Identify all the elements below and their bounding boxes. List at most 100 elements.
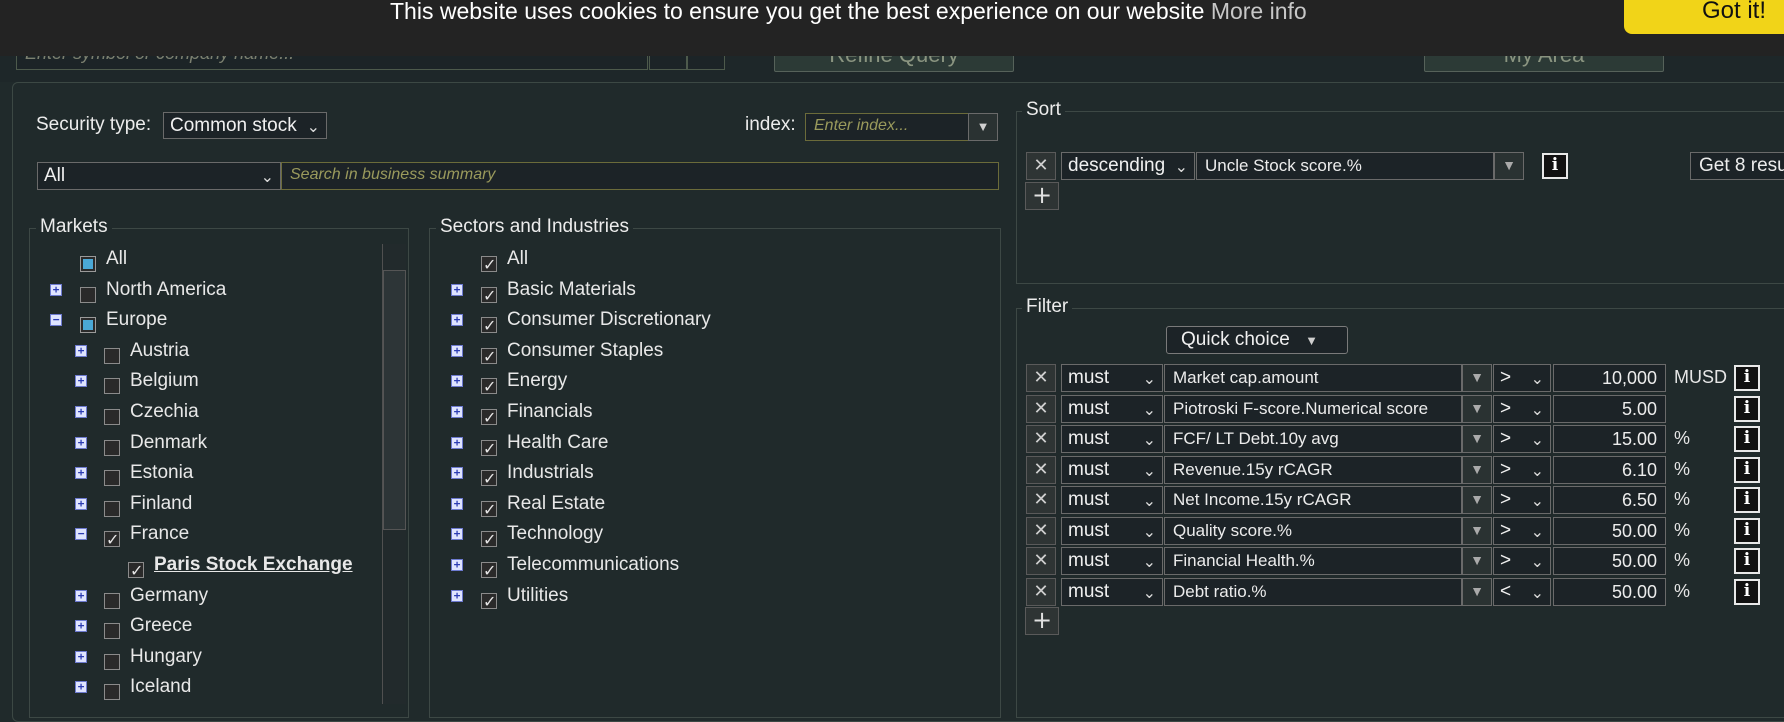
sector-item[interactable]: + Financials (0, 399, 593, 431)
filter-field[interactable]: Net Income.15y rCAGR (1164, 486, 1462, 514)
scope-select[interactable]: All ⌄ (37, 162, 281, 190)
operator-select[interactable]: > ⌄ (1493, 364, 1551, 392)
filter-field-dropdown-button[interactable]: ▼ (1462, 455, 1492, 484)
remove-filter-button[interactable]: ✕ (1026, 516, 1056, 545)
filter-field-dropdown-button[interactable]: ▼ (1462, 516, 1492, 545)
markets-scrollbar[interactable] (382, 244, 406, 704)
quick-choice-button[interactable]: Quick choice ▼ (1166, 326, 1348, 354)
expand-icon[interactable]: + (75, 344, 87, 357)
operator-select[interactable]: < ⌄ (1493, 577, 1551, 606)
got-it-button[interactable]: Got it! (1624, 0, 1784, 34)
sector-item[interactable]: + Real Estate (0, 491, 605, 523)
index-input[interactable]: Enter index... (805, 113, 969, 141)
filter-field[interactable]: FCF/ LT Debt.10y avg (1164, 425, 1462, 453)
checkbox[interactable] (481, 589, 497, 615)
checkbox[interactable] (104, 527, 120, 553)
filter-field[interactable]: Quality score.% (1164, 516, 1462, 545)
checkbox[interactable] (104, 347, 120, 364)
sort-order-select[interactable]: descending ⌄ (1061, 152, 1195, 180)
filter-value-input[interactable]: 10,000 (1553, 364, 1666, 392)
expand-icon[interactable]: + (451, 283, 463, 296)
expand-icon[interactable]: + (451, 559, 463, 571)
remove-sort-button[interactable]: ✕ (1026, 152, 1056, 180)
expand-icon[interactable]: + (451, 497, 463, 510)
info-icon[interactable]: i (1734, 517, 1760, 544)
sector-item[interactable]: + Technology (0, 521, 603, 553)
checkbox[interactable] (481, 466, 497, 492)
checkbox[interactable] (481, 344, 497, 370)
sort-field-dropdown-button[interactable]: ▼ (1494, 152, 1524, 180)
checkbox[interactable] (128, 558, 144, 584)
filter-value-input[interactable]: 6.10 (1553, 455, 1666, 484)
collapse-icon[interactable]: − (50, 314, 62, 327)
filter-field-dropdown-button[interactable]: ▼ (1462, 547, 1492, 575)
sort-field[interactable]: Uncle Stock score.% (1196, 152, 1494, 180)
market-item[interactable]: + Hungary (0, 644, 202, 670)
info-icon[interactable]: i (1734, 548, 1760, 574)
checkbox[interactable] (104, 653, 120, 670)
security-type-select[interactable]: Common stock ⌄ (163, 112, 327, 139)
filter-field-dropdown-button[interactable]: ▼ (1462, 425, 1492, 453)
operator-select[interactable]: > ⌄ (1493, 516, 1551, 545)
filter-field[interactable]: Revenue.15y rCAGR (1164, 455, 1462, 484)
expand-icon[interactable]: + (50, 283, 62, 296)
checkbox[interactable] (104, 470, 120, 487)
sector-item[interactable]: All (0, 246, 528, 278)
add-sort-button[interactable]: + (1025, 182, 1059, 210)
filter-mode-select[interactable]: must ⌄ (1061, 394, 1163, 423)
checkbox[interactable] (104, 378, 120, 395)
filter-value-input[interactable]: 15.00 (1553, 425, 1666, 453)
expand-icon[interactable]: + (451, 375, 463, 388)
checkbox[interactable] (481, 527, 497, 553)
checkbox[interactable] (104, 592, 120, 609)
expand-icon[interactable]: + (451, 467, 463, 480)
market-item[interactable]: + Iceland (0, 674, 191, 701)
filter-field[interactable]: Market cap.amount (1164, 364, 1462, 392)
filter-value-input[interactable]: 50.00 (1553, 577, 1666, 606)
expand-icon[interactable]: + (75, 650, 87, 663)
checkbox[interactable] (104, 439, 120, 456)
business-summary-input[interactable]: Search in business summary (281, 162, 999, 190)
filter-field[interactable]: Debt ratio.% (1164, 577, 1462, 606)
checkbox[interactable] (481, 283, 497, 309)
filter-mode-select[interactable]: must ⌄ (1061, 516, 1163, 545)
checkbox[interactable] (481, 436, 497, 462)
remove-filter-button[interactable]: ✕ (1026, 547, 1056, 575)
info-icon[interactable]: i (1734, 487, 1760, 513)
add-filter-button[interactable]: + (1025, 607, 1059, 635)
expand-icon[interactable]: + (451, 589, 463, 602)
expand-icon[interactable]: + (451, 436, 463, 449)
expand-icon[interactable]: + (75, 467, 87, 480)
filter-field[interactable]: Piotroski F-score.Numerical score (1164, 394, 1462, 423)
expand-icon[interactable]: + (75, 375, 87, 388)
filter-field-dropdown-button[interactable]: ▼ (1462, 486, 1492, 514)
checkbox[interactable] (80, 255, 96, 272)
checkbox[interactable] (481, 374, 497, 400)
filter-field-dropdown-button[interactable]: ▼ (1462, 577, 1492, 606)
info-icon[interactable]: i (1734, 365, 1760, 391)
operator-select[interactable]: > ⌄ (1493, 486, 1551, 514)
filter-value-input[interactable]: 50.00 (1553, 547, 1666, 575)
expand-icon[interactable]: + (75, 497, 87, 510)
info-icon[interactable]: i (1734, 456, 1760, 483)
remove-filter-button[interactable]: ✕ (1026, 364, 1056, 392)
filter-mode-select[interactable]: must ⌄ (1061, 486, 1163, 514)
filter-value-input[interactable]: 5.00 (1553, 394, 1666, 423)
checkbox[interactable] (481, 313, 497, 339)
filter-mode-select[interactable]: must ⌄ (1061, 425, 1163, 453)
checkbox[interactable] (104, 500, 120, 517)
filter-mode-select[interactable]: must ⌄ (1061, 547, 1163, 575)
checkbox[interactable] (80, 286, 96, 303)
operator-select[interactable]: > ⌄ (1493, 425, 1551, 453)
market-item[interactable]: + Greece (0, 613, 192, 640)
remove-filter-button[interactable]: ✕ (1026, 577, 1056, 606)
remove-filter-button[interactable]: ✕ (1026, 394, 1056, 423)
filter-mode-select[interactable]: must ⌄ (1061, 364, 1163, 392)
remove-filter-button[interactable]: ✕ (1026, 486, 1056, 514)
filter-field[interactable]: Financial Health.% (1164, 547, 1462, 575)
more-info-link[interactable]: More info (1211, 0, 1307, 24)
info-icon[interactable]: i (1734, 395, 1760, 422)
expand-icon[interactable]: + (75, 406, 87, 418)
checkbox[interactable] (481, 252, 497, 278)
sector-item[interactable]: + Consumer Discretionary (0, 307, 711, 339)
